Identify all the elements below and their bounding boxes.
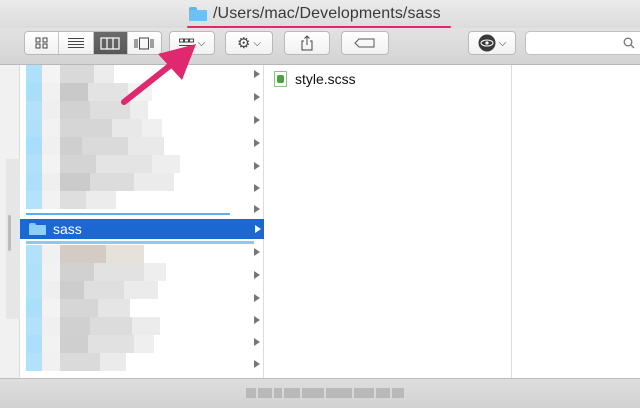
- disclosure-arrow-icon: [254, 294, 260, 302]
- folder-icon: [189, 7, 207, 21]
- disclosure-arrow-icon: [254, 316, 260, 324]
- folder-label: sass: [53, 221, 82, 237]
- sidebar-column[interactable]: [0, 65, 20, 378]
- disclosure-arrow-icon: [254, 93, 260, 101]
- share-icon: [301, 35, 313, 51]
- drop-indicator: [26, 241, 254, 244]
- tag-button[interactable]: [341, 31, 389, 55]
- eye-icon: [478, 34, 496, 52]
- list-item[interactable]: [26, 317, 160, 335]
- status-bar: [0, 378, 640, 408]
- grid-icon: [35, 37, 48, 49]
- list-item[interactable]: [26, 263, 166, 281]
- eye-menu-button[interactable]: ⌵: [468, 31, 516, 55]
- title-bar: /Users/mac/Developments/sass: [0, 0, 640, 28]
- window-title: /Users/mac/Developments/sass: [189, 4, 441, 24]
- chevron-down-icon: ⌵: [498, 37, 507, 49]
- folder-icon: [29, 223, 46, 235]
- disclosure-arrow-icon: [254, 162, 260, 170]
- file-item[interactable]: style.scss: [274, 69, 356, 89]
- chevron-down-icon: ⌵: [253, 37, 262, 49]
- list-item[interactable]: [26, 119, 162, 137]
- file-label: style.scss: [295, 71, 356, 87]
- disclosure-arrow-icon: [254, 139, 260, 147]
- list-item[interactable]: [26, 299, 130, 317]
- list-item[interactable]: [26, 137, 164, 155]
- disclosure-arrow-icon: [254, 338, 260, 346]
- icon-view-button[interactable]: [25, 32, 60, 54]
- tag-icon: [354, 38, 375, 48]
- action-button[interactable]: ⚙ ⌵: [225, 31, 273, 55]
- status-text-blurred: [246, 388, 404, 398]
- parent-folder-column[interactable]: sass: [20, 65, 264, 378]
- list-view-button[interactable]: [59, 32, 94, 54]
- column-browser: sass style.scss: [0, 65, 640, 378]
- sidebar-scrollbar[interactable]: [8, 215, 11, 251]
- disclosure-arrow-icon: [254, 248, 260, 256]
- sass-folder-column[interactable]: style.scss: [264, 65, 512, 378]
- annotation-arrow-icon: [121, 44, 196, 105]
- toolbar: ⌵ ⚙ ⌵ ⌵: [0, 28, 640, 65]
- share-button[interactable]: [284, 31, 330, 55]
- search-field[interactable]: [525, 31, 640, 55]
- list-item[interactable]: [26, 353, 126, 371]
- list-item[interactable]: [26, 65, 114, 83]
- drop-indicator: [26, 213, 230, 215]
- list-item[interactable]: [26, 155, 180, 173]
- list-icon: [67, 38, 84, 48]
- disclosure-arrow-icon: [254, 360, 260, 368]
- list-item[interactable]: [26, 335, 154, 353]
- disclosure-arrow-icon: [254, 184, 260, 192]
- list-item[interactable]: [26, 281, 158, 299]
- disclosure-arrow-icon: [255, 225, 261, 233]
- disclosure-arrow-icon: [254, 271, 260, 279]
- scss-file-icon: [274, 71, 287, 87]
- list-item[interactable]: [26, 173, 174, 191]
- preview-column[interactable]: [512, 65, 640, 378]
- list-item-selected[interactable]: sass: [20, 219, 264, 239]
- list-item[interactable]: [26, 191, 116, 209]
- window-title-text: /Users/mac/Developments/sass: [213, 5, 441, 22]
- search-icon: [623, 37, 635, 49]
- disclosure-arrow-icon: [254, 70, 260, 78]
- list-item[interactable]: [26, 245, 144, 263]
- gear-icon: ⚙: [236, 35, 251, 52]
- disclosure-arrow-icon: [254, 205, 260, 213]
- disclosure-arrow-icon: [254, 116, 260, 124]
